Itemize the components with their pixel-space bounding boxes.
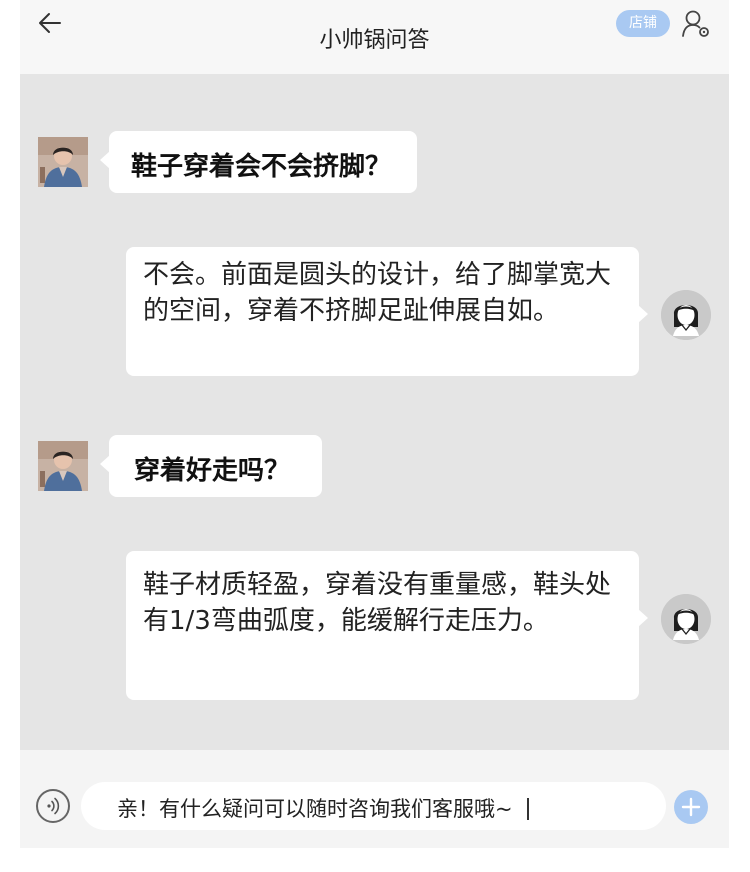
message-input-text: 亲！有什么疑问可以随时咨询我们客服哦~	[117, 793, 529, 823]
shop-button[interactable]: 店铺	[616, 10, 670, 37]
agent-message-bubble: 不会。前面是圆头的设计，给了脚掌宽大的空间，穿着不挤脚足趾伸展自如。	[126, 247, 648, 376]
customer-avatar	[38, 441, 88, 491]
customer-avatar	[38, 137, 88, 187]
customer-message-bubble: 鞋子穿着会不会挤脚？	[100, 131, 417, 193]
customer-message-bubble: 穿着好走吗？	[100, 435, 322, 497]
chat-area[interactable]: 鞋子穿着会不会挤脚？ 不会。前面是圆头的设计，给了脚掌宽大的空间，穿着不挤脚足趾…	[20, 74, 729, 750]
agent-avatar	[661, 290, 711, 340]
agent-avatar	[661, 594, 711, 644]
chat-window: 小帅锅问答 店铺 鞋子穿着会不会挤脚？ 不会。前面是圆头的设计，给了脚掌宽大的空…	[20, 0, 729, 848]
voice-button[interactable]	[36, 789, 70, 823]
header: 小帅锅问答 店铺	[20, 0, 729, 74]
user-settings-button[interactable]	[680, 8, 712, 40]
message-input[interactable]: 亲！有什么疑问可以随时咨询我们客服哦~	[81, 782, 666, 830]
add-button[interactable]	[674, 790, 708, 824]
user-settings-icon	[682, 10, 709, 37]
voice-icon	[47, 797, 60, 815]
input-bar: 亲！有什么疑问可以随时咨询我们客服哦~	[20, 750, 729, 848]
agent-message-bubble: 鞋子材质轻盈，穿着没有重量感，鞋头处有1/3弯曲弧度，能缓解行走压力。	[126, 551, 648, 700]
text-caret	[526, 798, 529, 820]
plus-icon	[681, 797, 701, 817]
